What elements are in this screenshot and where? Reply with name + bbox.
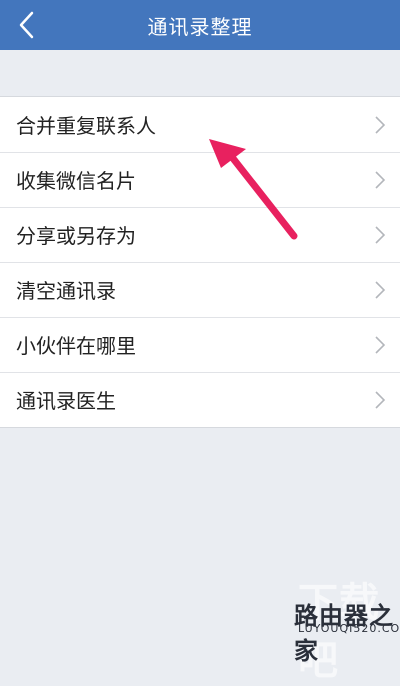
menu-item-label: 收集微信名片 — [16, 169, 136, 193]
menu-item-find-buddies[interactable]: 小伙伴在哪里 — [0, 317, 400, 372]
menu-item-merge-duplicates[interactable]: 合并重复联系人 — [0, 97, 400, 152]
page-title: 通讯录整理 — [147, 14, 253, 39]
back-button[interactable] — [6, 5, 46, 45]
menu-list: 合并重复联系人 收集微信名片 分享或另存为 清空通讯录 小伙伴在哪里 通讯录医生 — [0, 96, 400, 428]
menu-item-share-or-save-as[interactable]: 分享或另存为 — [0, 207, 400, 262]
top-navigation-bar: 通讯录整理 — [0, 0, 400, 50]
menu-item-label: 小伙伴在哪里 — [16, 334, 136, 358]
chevron-right-icon — [375, 336, 386, 354]
chevron-left-icon — [19, 11, 34, 39]
menu-item-contacts-doctor[interactable]: 通讯录医生 — [0, 372, 400, 427]
chevron-right-icon — [375, 281, 386, 299]
watermark-url: LUYOUQI520.COM — [298, 622, 400, 635]
menu-item-collect-wechat-cards[interactable]: 收集微信名片 — [0, 152, 400, 207]
chevron-right-icon — [375, 391, 386, 409]
menu-item-clear-contacts[interactable]: 清空通讯录 — [0, 262, 400, 317]
menu-item-label: 清空通讯录 — [16, 279, 116, 303]
chevron-right-icon — [375, 171, 386, 189]
chevron-right-icon — [375, 116, 386, 134]
menu-item-label: 合并重复联系人 — [16, 114, 156, 138]
menu-item-label: 分享或另存为 — [16, 224, 136, 248]
menu-item-label: 通讯录医生 — [16, 389, 116, 413]
chevron-right-icon — [375, 226, 386, 244]
